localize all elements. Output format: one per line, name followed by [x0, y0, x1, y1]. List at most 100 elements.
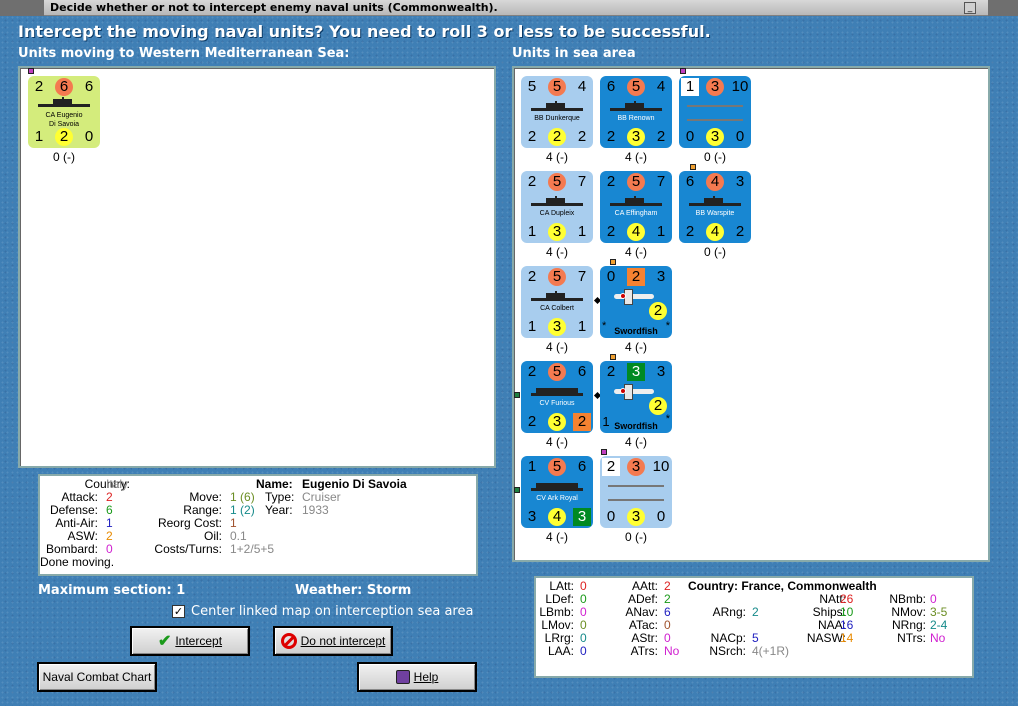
counter-value: 2	[685, 223, 695, 240]
counter-value: 2	[649, 397, 667, 415]
counter-value: 2	[606, 128, 616, 145]
weather-text: Weather: Storm	[295, 583, 412, 598]
unit-status: 4 (-)	[625, 435, 647, 449]
counter-value: 2	[527, 363, 537, 380]
counter-value: 2	[527, 413, 537, 430]
counter-value: 2	[577, 128, 587, 145]
stat-label: NSrch:	[709, 644, 746, 658]
intercept-button-label: Intercept	[175, 634, 223, 648]
counter-value: 6	[606, 78, 616, 95]
help-button-label: Help	[413, 670, 439, 684]
year-value: 1933	[302, 503, 329, 517]
counter-attack: 3	[706, 78, 724, 96]
sea-units-label: Units in sea area	[512, 46, 636, 61]
unit-name: CV Furious	[539, 400, 575, 407]
unit-counter-convoy-2[interactable]: 2 3 10 0 3 0	[600, 456, 672, 528]
counter-value: 0	[606, 508, 616, 525]
unit-counter-warspite[interactable]: 6 4 3 BB Warspite 2 4 2	[679, 171, 751, 243]
unit-name: BB Dunkerque	[534, 115, 580, 122]
unit-marker	[610, 259, 616, 265]
naval-combat-chart-label: Naval Combat Chart	[42, 670, 152, 684]
unit-counter-renown[interactable]: 6 5 4 BB Renown 2 3 2	[600, 76, 672, 148]
counter-value: 7	[577, 268, 587, 285]
unit-counter-swordfish-2[interactable]: 2 3 3 2 1 Swordfish *	[600, 361, 672, 433]
unit-counter-ark-royal[interactable]: 1 5 6 CV Ark Royal 3 4 3	[521, 456, 593, 528]
unit-counter-convoy[interactable]: 1 3 10 0 3 0	[679, 76, 751, 148]
counter-value: 2	[527, 128, 537, 145]
counter-defense: 3	[548, 413, 566, 431]
counter-value: 4	[577, 78, 587, 95]
stat-value: 4(+1R)	[752, 644, 790, 658]
stat-value: 2	[752, 605, 759, 619]
counter-value: 1	[527, 223, 537, 240]
help-button[interactable]: Help	[357, 662, 477, 692]
counter-value: 6	[84, 78, 94, 95]
naval-combat-chart-button[interactable]: Naval Combat Chart	[37, 662, 157, 692]
counter-attack: 3	[627, 363, 645, 381]
unit-status: 4 (-)	[546, 435, 568, 449]
stat-label: NTrs:	[897, 631, 926, 645]
unit-marker	[690, 164, 696, 170]
title-bar-left-cap	[0, 0, 44, 16]
do-not-intercept-button-label: Do not intercept	[300, 634, 386, 648]
title-bar: Decide whether or not to intercept enemy…	[0, 0, 1018, 16]
ship-icon	[531, 387, 583, 396]
counter-value: 1	[656, 223, 666, 240]
counter-value: 7	[577, 173, 587, 190]
counter-value: 7	[656, 173, 666, 190]
counter-attack: 6	[55, 78, 73, 96]
unit-name: CA Effingham	[614, 210, 658, 217]
counter-value: 3	[735, 173, 745, 190]
aircraft-icon	[610, 286, 658, 306]
counter-value: 6	[577, 363, 587, 380]
counter-value: 0	[606, 268, 616, 285]
counter-attack: 4	[706, 173, 724, 191]
counter-value: 10	[731, 78, 749, 95]
intercept-button[interactable]: ✔ Intercept	[130, 626, 250, 656]
center-map-checkbox[interactable]: ✓	[172, 605, 185, 618]
counter-value: 2	[649, 302, 667, 320]
counter-value: 1	[34, 128, 44, 145]
unit-counter-colbert[interactable]: 2 5 7 CA Colbert 1 3 1	[521, 266, 593, 338]
do-not-intercept-button[interactable]: Do not intercept	[273, 626, 393, 656]
counter-attack: 5	[548, 363, 566, 381]
counter-value: 5	[527, 78, 537, 95]
unit-counter-swordfish-1[interactable]: 0 2 3 2 * Swordfish *	[600, 266, 672, 338]
unit-info-panel: Country: Italy Attack: 2 Defense: 6 Anti…	[38, 474, 478, 576]
no-entry-icon	[280, 633, 297, 649]
cost-value: 1+2/5+5	[230, 542, 275, 556]
counter-attack: 3	[627, 458, 645, 476]
unit-counter-dupleix[interactable]: 2 5 7 CA Dupleix 1 3 1	[521, 171, 593, 243]
unit-counter-effingham[interactable]: 2 5 7 CA Effingham 2 4 1	[600, 171, 672, 243]
ship-icon	[531, 291, 583, 301]
counter-marker: *	[665, 413, 670, 425]
unit-status: 4 (-)	[625, 340, 647, 354]
unit-name: CA Eugenio Di Savoia	[45, 112, 83, 128]
unit-status: 0 (-)	[704, 245, 726, 259]
convoy-ship-icon	[687, 110, 743, 121]
unit-counter-eugenio-di-savoia[interactable]: 2 6 6 CA Eugenio Di Savoia 1 2 0	[28, 76, 100, 148]
unit-status: 4 (-)	[625, 150, 647, 164]
title-bar-right-cap	[988, 0, 1018, 16]
window-title: Decide whether or not to intercept enemy…	[50, 1, 498, 14]
counter-defense: 4	[706, 223, 724, 241]
convoy-ship-icon	[608, 490, 664, 501]
counter-attack: 5	[548, 173, 566, 191]
unit-counter-furious[interactable]: 2 5 6 CV Furious 2 3 2	[521, 361, 593, 433]
counter-defense: 3	[627, 128, 645, 146]
counter-value: 2	[573, 413, 591, 431]
center-map-label: Center linked map on interception sea ar…	[191, 604, 474, 619]
unit-marker	[28, 68, 34, 74]
counter-value: 10	[652, 458, 670, 475]
unit-status: 0 (-)	[704, 150, 726, 164]
counter-value: 0	[656, 508, 666, 525]
counter-value: 2	[602, 458, 620, 476]
center-map-option[interactable]: ✓ Center linked map on interception sea …	[172, 604, 473, 619]
stat-label: ARng:	[712, 605, 746, 619]
max-section-text: Maximum section: 1	[38, 583, 186, 598]
counter-defense: 4	[548, 508, 566, 526]
counter-value: 2	[606, 223, 616, 240]
counter-value: 6	[577, 458, 587, 475]
minimize-icon[interactable]: _	[964, 2, 976, 14]
unit-counter-dunkerque[interactable]: 5 5 4 BB Dunkerque 2 2 2	[521, 76, 593, 148]
